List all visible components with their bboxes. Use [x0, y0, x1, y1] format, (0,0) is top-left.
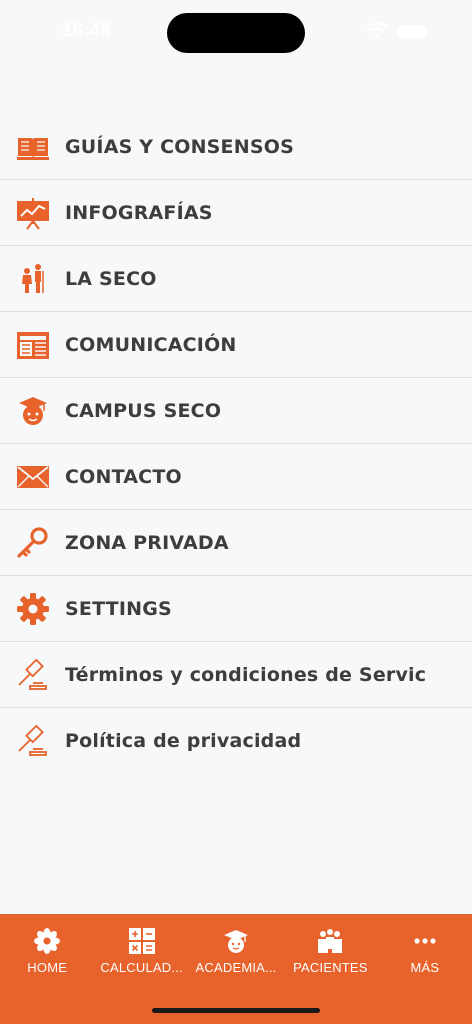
patients-icon	[315, 927, 345, 955]
people-icon	[16, 262, 50, 296]
menu-item-guias[interactable]: GUÍAS Y CONSENSOS	[0, 114, 472, 180]
menu-item-label: LA SECO	[65, 267, 157, 290]
tab-label: CALCULAD...	[100, 960, 183, 975]
home-indicator	[152, 1008, 320, 1013]
battery-icon	[397, 25, 427, 38]
menu-item-privacidad[interactable]: Política de privacidad	[0, 708, 472, 774]
menu-item-campus-seco[interactable]: CAMPUS SECO	[0, 378, 472, 444]
tab-home[interactable]: HOME	[0, 914, 94, 1024]
menu-item-label: ZONA PRIVADA	[65, 531, 229, 554]
newspaper-icon	[16, 328, 50, 362]
menu-item-label: GUÍAS Y CONSENSOS	[65, 135, 294, 158]
tab-mas[interactable]: MÁS	[378, 914, 472, 1024]
gavel-icon	[16, 724, 50, 758]
menu-item-label: Términos y condiciones de Servic	[65, 663, 427, 686]
graduate-icon	[221, 927, 251, 955]
status-bar: 16:48	[0, 0, 472, 64]
dynamic-island	[167, 13, 305, 53]
menu-item-zona-privada[interactable]: ZONA PRIVADA	[0, 510, 472, 576]
flower-icon	[32, 927, 62, 955]
tab-label: HOME	[27, 960, 68, 975]
menu-item-infografias[interactable]: INFOGRAFÍAS	[0, 180, 472, 246]
menu-item-terminos[interactable]: Términos y condiciones de Servic	[0, 642, 472, 708]
book-icon	[16, 130, 50, 164]
more-dots-icon	[410, 927, 440, 955]
gear-icon	[16, 592, 50, 626]
menu-item-contacto[interactable]: CONTACTO	[0, 444, 472, 510]
wifi-icon	[366, 23, 388, 38]
graduate-icon	[16, 394, 50, 428]
presentation-chart-icon	[16, 196, 50, 230]
menu-item-label: SETTINGS	[65, 597, 172, 620]
menu-list: GUÍAS Y CONSENSOS INFOGRAFÍAS LA SECO CO…	[0, 114, 472, 774]
gavel-icon	[16, 658, 50, 692]
menu-item-label: Política de privacidad	[65, 730, 302, 752]
menu-item-la-seco[interactable]: LA SECO	[0, 246, 472, 312]
menu-item-label: CONTACTO	[65, 465, 182, 488]
tab-label: ACADEMIA...	[195, 960, 277, 975]
tab-label: MÁS	[410, 960, 440, 975]
menu-item-label: COMUNICACIÓN	[65, 333, 237, 356]
tab-label: PACIENTES	[293, 960, 368, 975]
menu-item-label: CAMPUS SECO	[65, 399, 222, 422]
menu-item-label: INFOGRAFÍAS	[65, 201, 213, 224]
status-time: 16:48	[62, 20, 111, 41]
menu-item-comunicacion[interactable]: COMUNICACIÓN	[0, 312, 472, 378]
envelope-icon	[16, 460, 50, 494]
calculator-icon	[127, 927, 157, 955]
menu-item-settings[interactable]: SETTINGS	[0, 576, 472, 642]
key-icon	[16, 526, 50, 560]
